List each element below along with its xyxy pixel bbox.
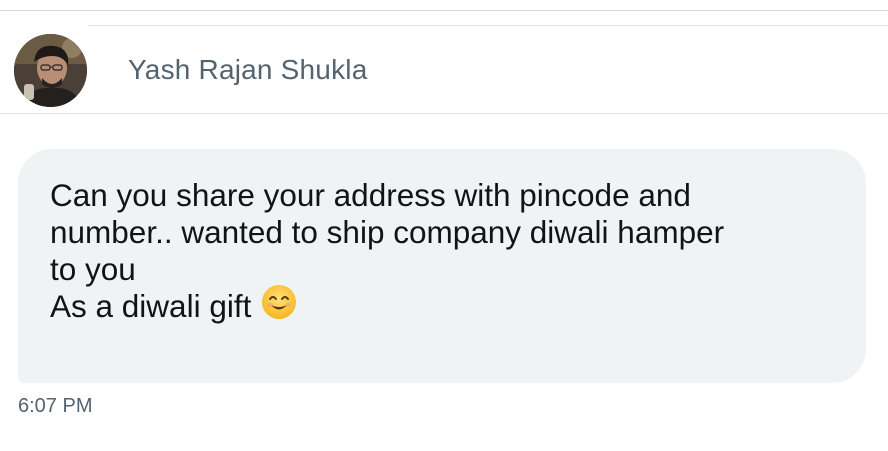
sender-name[interactable]: Yash Rajan Shukla: [128, 54, 367, 86]
avatar[interactable]: [14, 34, 87, 107]
top-divider: [0, 10, 888, 11]
message-text-line: number.. wanted to ship company diwali h…: [50, 214, 725, 250]
message-bubble[interactable]: Can you share your address with pincode …: [18, 149, 866, 383]
smiling-face-icon: [261, 284, 297, 328]
profile-photo-icon: [14, 34, 87, 107]
message-text-line: As a diwali gift: [50, 288, 252, 324]
message-text-line: to you: [50, 251, 136, 287]
message-text-line: Can you share your address with pincode …: [50, 177, 691, 213]
conversation-header[interactable]: Yash Rajan Shukla: [0, 26, 888, 114]
message-timestamp: 6:07 PM: [18, 395, 93, 417]
message-text-line-with-emoji: As a diwali gift: [50, 284, 834, 328]
